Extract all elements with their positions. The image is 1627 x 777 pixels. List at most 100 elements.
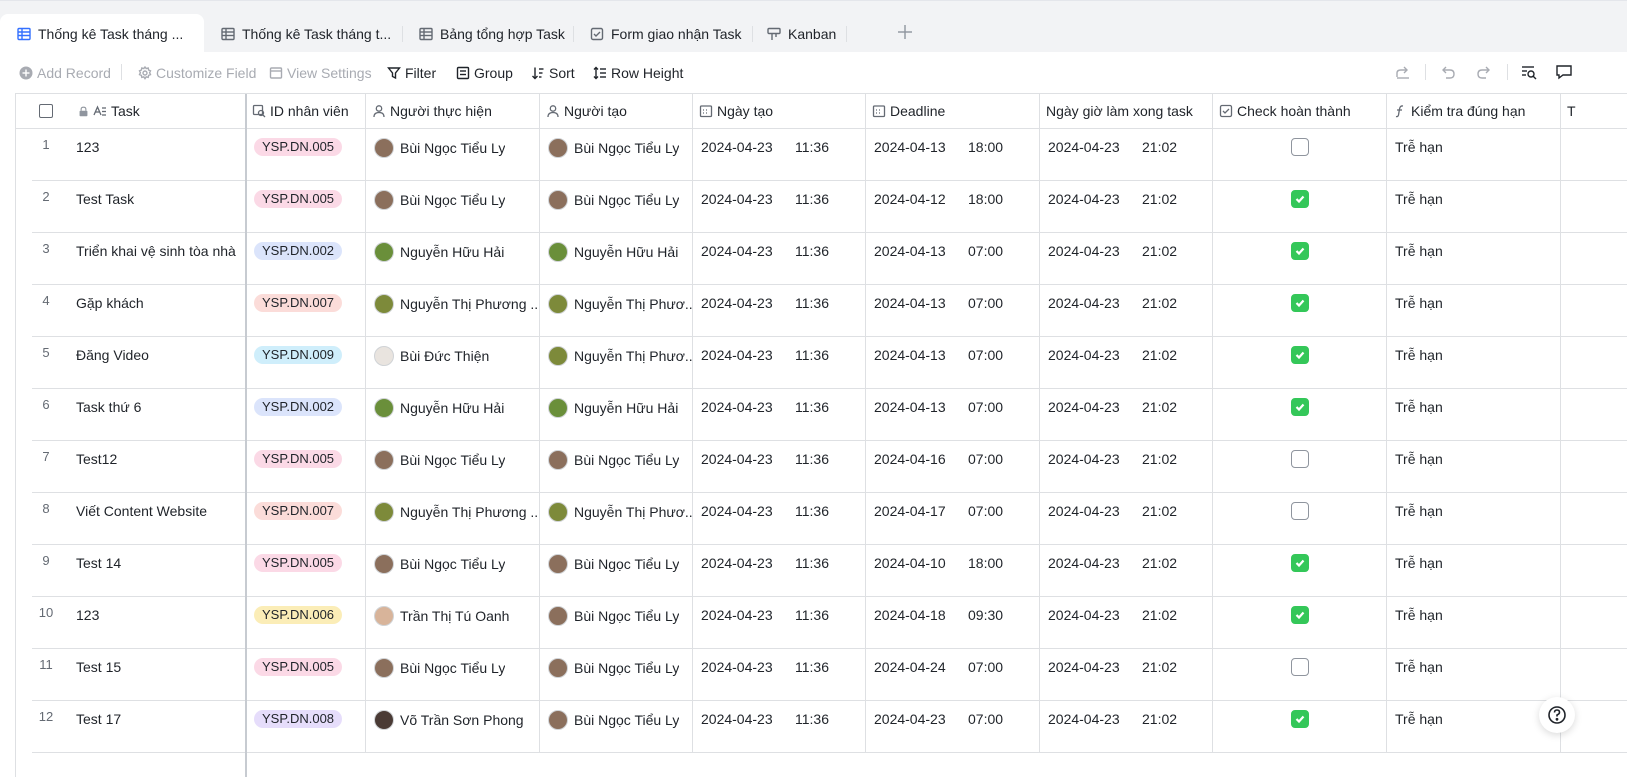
done-at-cell[interactable]: 2024-04-23 21:02 <box>1040 597 1213 649</box>
next-column-cell[interactable] <box>1561 597 1627 649</box>
ontime-cell[interactable]: Trễ hạn <box>1387 337 1561 389</box>
employee-id-cell[interactable]: YSP.DN.005 <box>246 441 366 493</box>
created-date-cell[interactable]: 2024-04-23 11:36 <box>693 701 866 753</box>
check-cell[interactable] <box>1213 129 1387 181</box>
check-cell[interactable] <box>1213 233 1387 285</box>
check-cell[interactable] <box>1213 389 1387 441</box>
assignee-cell[interactable]: Bùi Ngọc Tiểu Ly <box>366 129 540 181</box>
task-cell[interactable]: Gặp khách <box>32 285 246 337</box>
column-header-task[interactable]: Task <box>76 94 246 129</box>
task-cell[interactable]: 123 <box>32 129 246 181</box>
tab-view-1[interactable]: Thống kê Task tháng ... <box>0 14 204 53</box>
done-at-cell[interactable]: 2024-04-23 21:02 <box>1040 181 1213 233</box>
created-date-cell[interactable]: 2024-04-23 11:36 <box>693 545 866 597</box>
task-cell[interactable]: Test 14 <box>32 545 246 597</box>
created-date-cell[interactable]: 2024-04-23 11:36 <box>693 597 866 649</box>
deadline-cell[interactable]: 2024-04-13 07:00 <box>866 389 1040 441</box>
ontime-cell[interactable]: Trễ hạn <box>1387 545 1561 597</box>
employee-id-cell[interactable]: YSP.DN.005 <box>246 129 366 181</box>
done-at-cell[interactable]: 2024-04-23 21:02 <box>1040 441 1213 493</box>
deadline-cell[interactable]: 2024-04-10 18:00 <box>866 545 1040 597</box>
creator-cell[interactable]: Nguyễn Hữu Hải <box>540 233 693 285</box>
deadline-cell[interactable]: 2024-04-12 18:00 <box>866 181 1040 233</box>
deadline-cell[interactable]: 2024-04-23 07:00 <box>866 701 1040 753</box>
completed-checkbox[interactable] <box>1290 242 1309 260</box>
check-cell[interactable] <box>1213 493 1387 545</box>
assignee-cell[interactable]: Bùi Ngọc Tiểu Ly <box>366 545 540 597</box>
completed-checkbox[interactable] <box>1290 554 1309 572</box>
creator-cell[interactable]: Bùi Ngọc Tiểu Ly <box>540 545 693 597</box>
check-cell[interactable] <box>1213 649 1387 701</box>
check-cell[interactable] <box>1213 181 1387 233</box>
completed-checkbox[interactable] <box>1290 502 1309 520</box>
table-row[interactable]: 2 Test Task YSP.DN.005 Bùi Ngọc Tiểu Ly Bùi … <box>16 181 1627 233</box>
assignee-cell[interactable]: Bùi Ngọc Tiểu Ly <box>366 181 540 233</box>
completed-checkbox[interactable] <box>1290 346 1309 364</box>
done-at-cell[interactable]: 2024-04-23 21:02 <box>1040 337 1213 389</box>
task-cell[interactable]: Triển khai vệ sinh tòa nhà <box>32 233 246 285</box>
column-header-next[interactable]: T <box>1561 94 1627 129</box>
next-column-cell[interactable] <box>1561 233 1627 285</box>
ontime-cell[interactable]: Trễ hạn <box>1387 701 1561 753</box>
task-cell[interactable]: Test12 <box>32 441 246 493</box>
add-record-button[interactable]: Add Record <box>19 63 111 83</box>
deadline-cell[interactable]: 2024-04-13 07:00 <box>866 233 1040 285</box>
created-date-cell[interactable]: 2024-04-23 11:36 <box>693 285 866 337</box>
employee-id-cell[interactable]: YSP.DN.008 <box>246 701 366 753</box>
column-header-done_at[interactable]: Ngày giờ làm xong task <box>1040 94 1213 129</box>
column-header-check[interactable]: Check hoàn thành <box>1213 94 1387 129</box>
table-row[interactable]: 9 Test 14 YSP.DN.005 Bùi Ngọc Tiểu Ly Bùi Ng… <box>16 545 1627 597</box>
creator-cell[interactable]: Bùi Ngọc Tiểu Ly <box>540 181 693 233</box>
check-cell[interactable] <box>1213 441 1387 493</box>
employee-id-cell[interactable]: YSP.DN.007 <box>246 493 366 545</box>
ontime-cell[interactable]: Trễ hạn <box>1387 233 1561 285</box>
view-settings-button[interactable]: View Settings <box>269 63 372 83</box>
next-column-cell[interactable] <box>1561 493 1627 545</box>
assignee-cell[interactable]: Bùi Đức Thiện <box>366 337 540 389</box>
done-at-cell[interactable]: 2024-04-23 21:02 <box>1040 233 1213 285</box>
ontime-cell[interactable]: Trễ hạn <box>1387 597 1561 649</box>
tab-view-3[interactable]: Bảng tổng hợp Task <box>402 14 570 53</box>
tab-view-2[interactable]: Thống kê Task tháng t... <box>204 14 398 53</box>
deadline-cell[interactable]: 2024-04-16 07:00 <box>866 441 1040 493</box>
tab-view-4[interactable]: Form giao nhận Task <box>573 14 749 53</box>
column-header-created[interactable]: Ngày tạo <box>693 94 866 129</box>
table-row[interactable]: 12 Test 17 YSP.DN.008 Võ Trần Sơn Phong Bùi … <box>16 701 1627 753</box>
created-date-cell[interactable]: 2024-04-23 11:36 <box>693 129 866 181</box>
employee-id-cell[interactable]: YSP.DN.002 <box>246 233 366 285</box>
creator-cell[interactable]: Nguyễn Thị Phươ... <box>540 337 693 389</box>
table-row[interactable]: 11 Test 15 YSP.DN.005 Bùi Ngọc Tiểu Ly Bùi N… <box>16 649 1627 701</box>
table-row[interactable]: 8 Viết Content Website YSP.DN.007 Nguyễn Th… <box>16 493 1627 545</box>
assignee-cell[interactable]: Nguyễn Hữu Hải <box>366 233 540 285</box>
next-column-cell[interactable] <box>1561 649 1627 701</box>
sort-button[interactable]: Sort <box>531 63 575 83</box>
task-cell[interactable]: 123 <box>32 597 246 649</box>
deadline-cell[interactable]: 2024-04-13 18:00 <box>866 129 1040 181</box>
employee-id-cell[interactable]: YSP.DN.002 <box>246 389 366 441</box>
next-column-cell[interactable] <box>1561 337 1627 389</box>
creator-cell[interactable]: Nguyễn Thị Phươ... <box>540 493 693 545</box>
assignee-cell[interactable]: Bùi Ngọc Tiểu Ly <box>366 441 540 493</box>
next-column-cell[interactable] <box>1561 181 1627 233</box>
next-column-cell[interactable] <box>1561 389 1627 441</box>
employee-id-cell[interactable]: YSP.DN.009 <box>246 337 366 389</box>
select-all-checkbox[interactable] <box>39 104 53 118</box>
search-records-icon[interactable] <box>1520 63 1538 81</box>
assignee-cell[interactable]: Võ Trần Sơn Phong <box>366 701 540 753</box>
check-cell[interactable] <box>1213 545 1387 597</box>
next-column-cell[interactable] <box>1561 285 1627 337</box>
ontime-cell[interactable]: Trễ hạn <box>1387 649 1561 701</box>
completed-checkbox[interactable] <box>1290 606 1309 624</box>
help-button[interactable] <box>1539 697 1575 733</box>
task-cell[interactable]: Test 17 <box>32 701 246 753</box>
deadline-cell[interactable]: 2024-04-24 07:00 <box>866 649 1040 701</box>
row-height-button[interactable]: Row Height <box>593 63 683 83</box>
tab-view-5[interactable]: Kanban <box>750 14 842 53</box>
ontime-cell[interactable]: Trễ hạn <box>1387 181 1561 233</box>
ontime-cell[interactable]: Trễ hạn <box>1387 389 1561 441</box>
done-at-cell[interactable]: 2024-04-23 21:02 <box>1040 701 1213 753</box>
assignee-cell[interactable]: Trần Thị Tú Oanh <box>366 597 540 649</box>
created-date-cell[interactable]: 2024-04-23 11:36 <box>693 389 866 441</box>
column-header-assignee[interactable]: Người thực hiện <box>366 94 540 129</box>
completed-checkbox[interactable] <box>1290 450 1309 468</box>
